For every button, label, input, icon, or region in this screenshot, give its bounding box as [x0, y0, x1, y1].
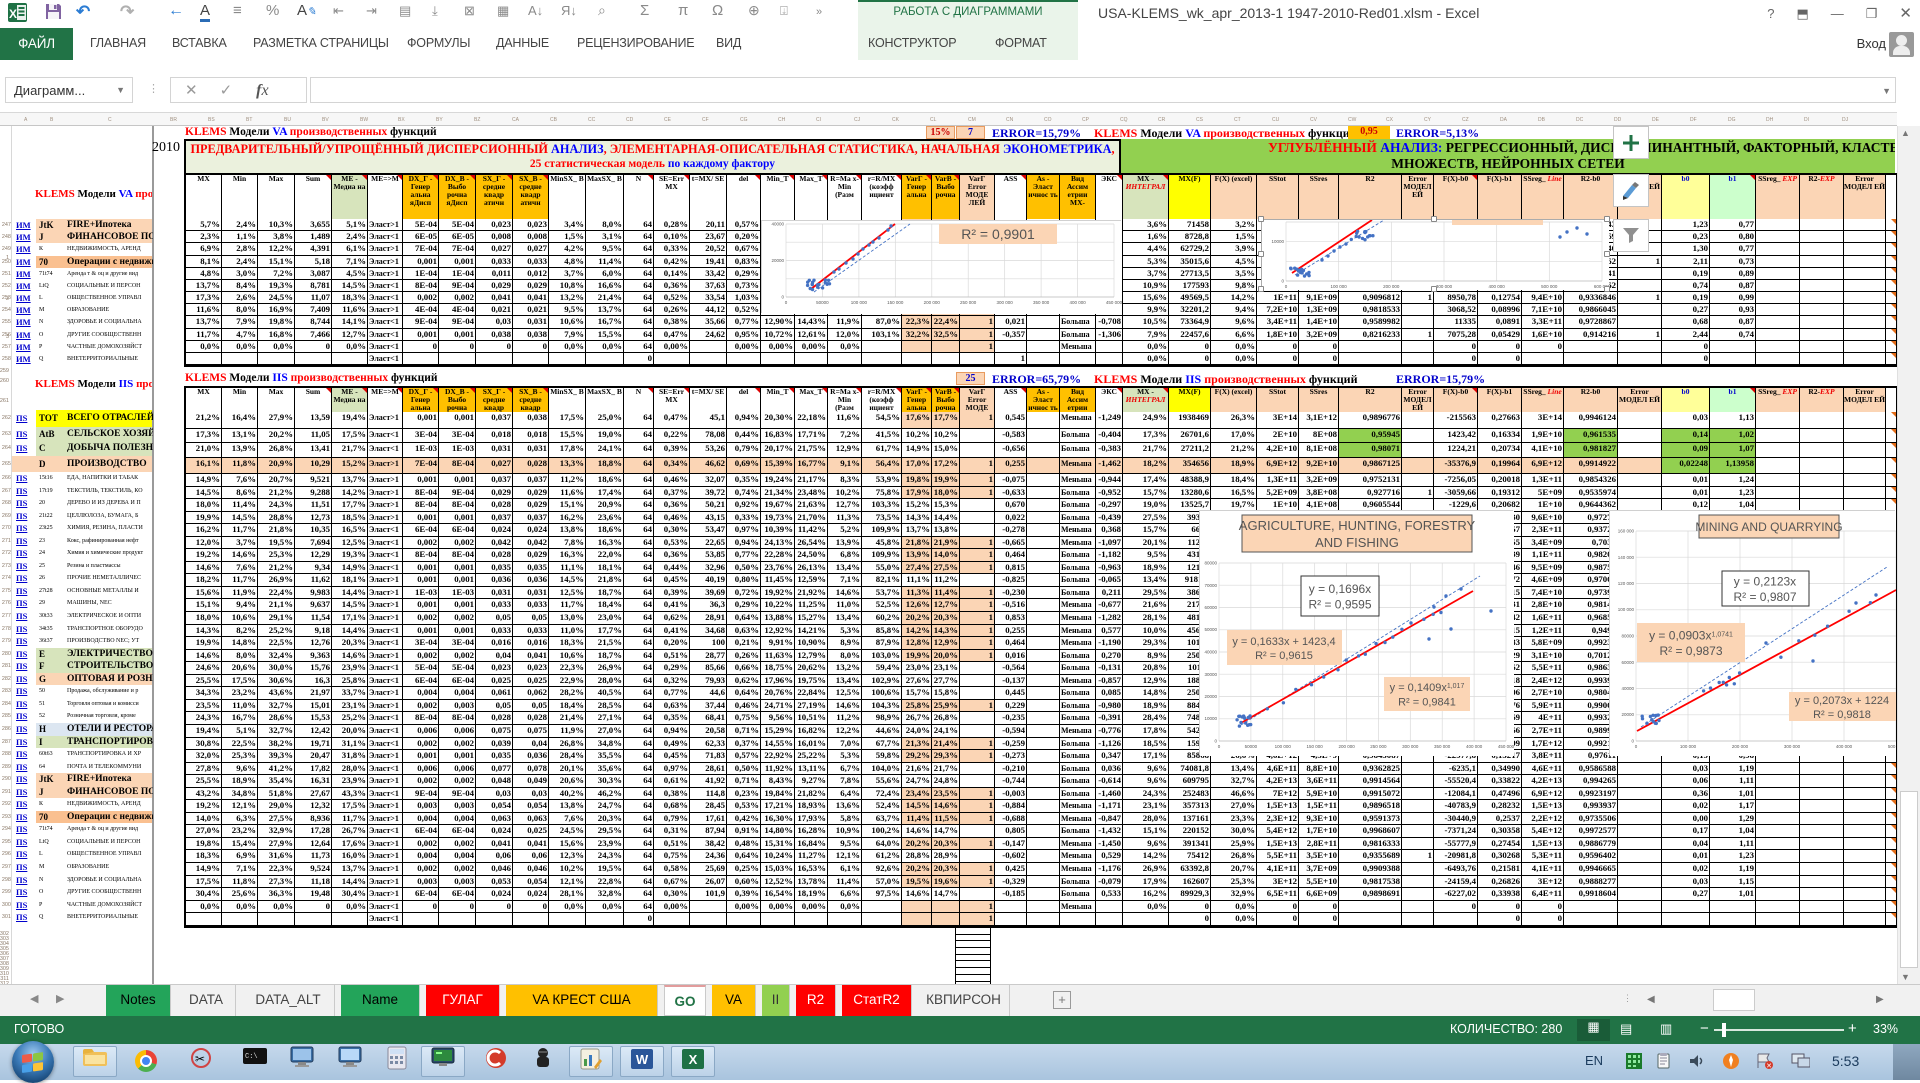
svg-text:20000: 20000 [771, 258, 784, 263]
svg-text:100 000: 100 000 [1275, 744, 1292, 749]
svg-text:10000: 10000 [1204, 716, 1217, 721]
svg-text:200 000: 200 000 [924, 300, 941, 305]
svg-text:10000: 10000 [1271, 239, 1284, 244]
svg-text:MINING AND QUARRYING: MINING AND QUARRYING [1695, 520, 1842, 534]
svg-text:350 000: 350 000 [1434, 744, 1451, 749]
svg-text:X: X [9, 7, 17, 21]
svg-text:100 000: 100 000 [1680, 744, 1697, 749]
svg-text:300 000: 300 000 [1784, 744, 1801, 749]
svg-text:400 000: 400 000 [1466, 744, 1483, 749]
svg-text:160 000: 160 000 [1618, 529, 1635, 534]
svg-text:100 000: 100 000 [1618, 607, 1635, 612]
svg-text:R² = 0,9595: R² = 0,9595 [1308, 598, 1371, 612]
svg-text:400 000: 400 000 [1489, 284, 1506, 289]
svg-text:X: X [689, 1052, 698, 1067]
svg-text:350 000: 350 000 [1033, 300, 1050, 305]
svg-text:100 000: 100 000 [851, 300, 868, 305]
svg-text:y = 0,1696x: y = 0,1696x [1309, 582, 1371, 596]
svg-text:200 000: 200 000 [1732, 744, 1749, 749]
svg-text:500 000: 500 000 [1541, 284, 1558, 289]
svg-text:C:\: C:\ [245, 1053, 258, 1061]
svg-text:R² = 0,9841: R² = 0,9841 [1398, 697, 1456, 709]
svg-text:400 000: 400 000 [1069, 300, 1086, 305]
svg-text:✕: ✕ [1766, 1063, 1772, 1070]
svg-text:120 000: 120 000 [1618, 581, 1635, 586]
svg-text:450 000: 450 000 [1106, 300, 1122, 305]
svg-text:70000: 70000 [1204, 583, 1217, 588]
svg-text:150 000: 150 000 [887, 300, 904, 305]
svg-text:✂: ✂ [195, 1052, 205, 1066]
svg-text:30000: 30000 [1204, 672, 1217, 677]
svg-text:R² = 0,9901: R² = 0,9901 [961, 226, 1035, 242]
svg-text:50000: 50000 [816, 300, 829, 305]
svg-text:100 000: 100 000 [1331, 284, 1348, 289]
svg-text:450 000: 450 000 [1498, 744, 1514, 749]
svg-text:50000: 50000 [1245, 744, 1258, 749]
svg-text:300 000: 300 000 [1402, 744, 1419, 749]
svg-text:AGRICULTURE, HUNTING, FORESTRY: AGRICULTURE, HUNTING, FORESTRY [1239, 518, 1476, 533]
svg-text:y = 0,2073x + 1224: y = 0,2073x + 1224 [1795, 695, 1889, 707]
svg-text:20000: 20000 [1621, 712, 1634, 717]
svg-text:60000: 60000 [1204, 605, 1217, 610]
svg-text:140 000: 140 000 [1618, 555, 1635, 560]
svg-text:40000: 40000 [1204, 650, 1217, 655]
svg-text:300 000: 300 000 [1436, 284, 1453, 289]
svg-text:y = 0,1633x + 1423,4: y = 0,1633x + 1423,4 [1232, 636, 1335, 648]
svg-text:50000: 50000 [1204, 627, 1217, 632]
svg-text:R² = 0,9615: R² = 0,9615 [1255, 650, 1313, 662]
svg-text:R² = 0,9818: R² = 0,9818 [1813, 709, 1871, 721]
svg-text:500 000: 500 000 [1888, 744, 1896, 749]
svg-text:R² = 0,9807: R² = 0,9807 [1733, 590, 1796, 604]
svg-text:R² = 0,9873: R² = 0,9873 [1659, 644, 1722, 658]
svg-text:300 000: 300 000 [997, 300, 1014, 305]
svg-text:40000: 40000 [1621, 686, 1634, 691]
svg-text:80000: 80000 [1204, 561, 1217, 566]
svg-text:150 000: 150 000 [1307, 744, 1324, 749]
svg-text:250 000: 250 000 [1370, 744, 1387, 749]
svg-text:200 000: 200 000 [1383, 284, 1400, 289]
svg-text:y = 0,2123x: y = 0,2123x [1734, 575, 1796, 589]
svg-text:200 000: 200 000 [1338, 744, 1355, 749]
svg-text:AND FISHING: AND FISHING [1315, 535, 1399, 550]
svg-text:60000: 60000 [1621, 660, 1634, 665]
svg-text:20000: 20000 [1204, 694, 1217, 699]
svg-text:40000: 40000 [771, 222, 784, 227]
svg-text:80000: 80000 [1621, 634, 1634, 639]
svg-text:W: W [636, 1052, 649, 1067]
svg-text:250 000: 250 000 [960, 300, 977, 305]
svg-text:400 000: 400 000 [1836, 744, 1853, 749]
